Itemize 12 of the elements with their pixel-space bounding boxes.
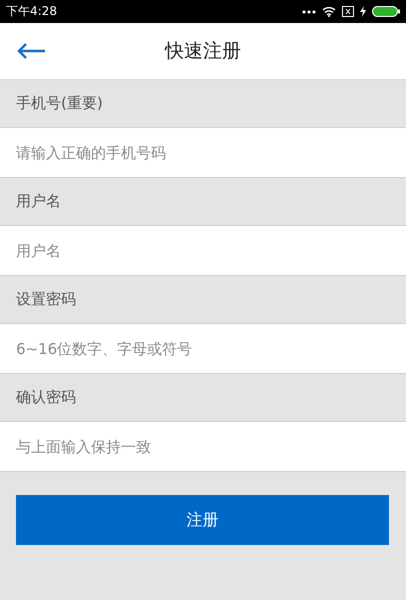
page-title: 快速注册 <box>165 39 241 64</box>
input-field[interactable]: 请输入正确的手机号码 <box>0 128 406 178</box>
sim-icon <box>342 6 354 17</box>
register-button[interactable]: 注册 <box>16 495 389 545</box>
battery-icon <box>372 6 400 17</box>
status-time: 下午4:28 <box>6 3 57 20</box>
wifi-icon <box>322 6 336 17</box>
input-field[interactable]: 用户名 <box>0 226 406 276</box>
more-dots-icon <box>302 10 316 14</box>
charging-icon <box>360 6 366 17</box>
input-field[interactable]: 6~16位数字、字母或符号 <box>0 324 406 374</box>
input-field[interactable]: 与上面输入保持一致 <box>0 422 406 472</box>
